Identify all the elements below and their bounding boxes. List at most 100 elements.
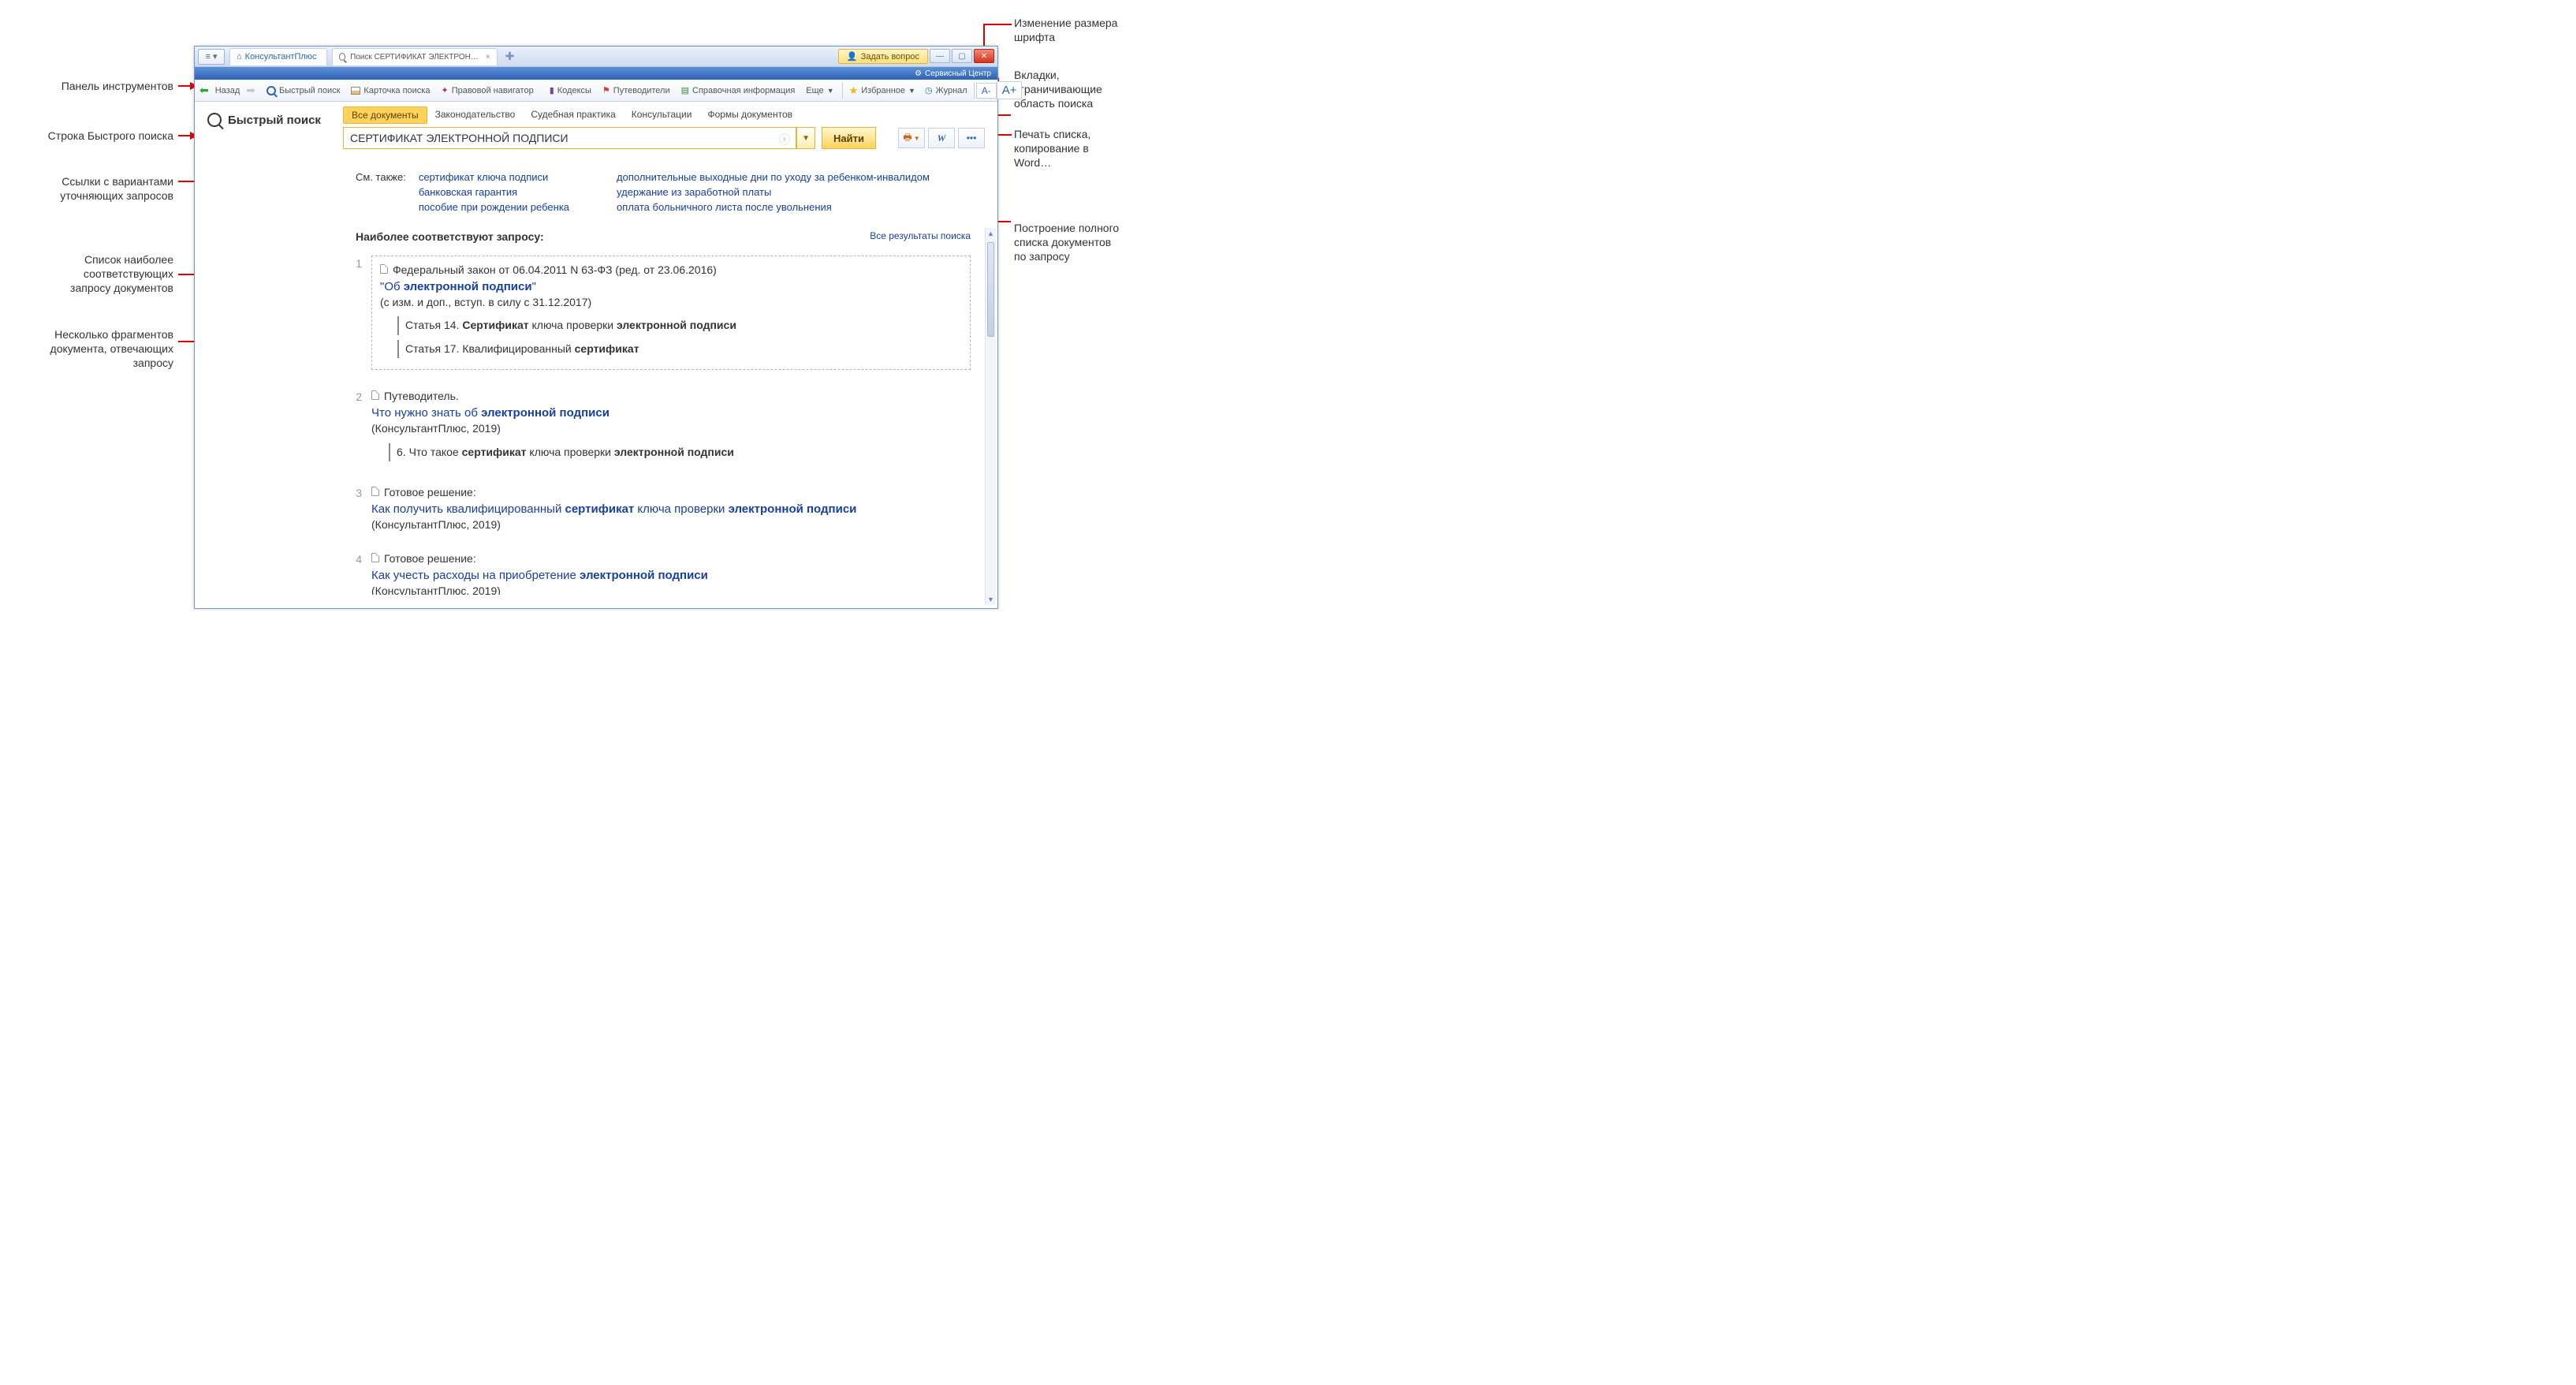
- refine-link[interactable]: оплата больничного листа после увольнени…: [617, 201, 930, 213]
- callout-refine: Ссылки с вариантами уточняющих запросов: [0, 174, 173, 203]
- result-item[interactable]: 3Готовое решение:Как получить квалифицир…: [346, 477, 971, 543]
- codexes-label: Кодексы: [557, 86, 591, 95]
- chevron-down-icon: ▼: [827, 87, 834, 95]
- callout-fragments: Несколько фрагментов документа, отвечающ…: [0, 327, 173, 371]
- search-tab-label: Поиск СЕРТИФИКАТ ЭЛЕКТРОННОЙ ПО…: [350, 53, 481, 62]
- service-center-label[interactable]: Сервисный Центр: [925, 69, 991, 78]
- result-item[interactable]: 4Готовое решение:Как учесть расходы на п…: [346, 543, 971, 595]
- result-title[interactable]: "Об электронной подписи": [380, 280, 536, 293]
- close-window-button[interactable]: ✕: [974, 49, 994, 63]
- all-results-link[interactable]: Все результаты поиска: [870, 230, 971, 243]
- search-icon: [267, 86, 276, 95]
- legal-navigator-button[interactable]: ✦ Правовой навигатор: [436, 83, 538, 98]
- document-icon: [371, 487, 379, 496]
- close-tab-icon[interactable]: ×: [486, 53, 490, 62]
- scrollbar[interactable]: ▲ ▼: [985, 228, 996, 605]
- document-icon: [371, 553, 379, 562]
- minimize-button[interactable]: —: [930, 49, 950, 63]
- result-post: (с изм. и доп., вступ. в силу с 31.12.20…: [380, 296, 591, 308]
- app-window: ≡ ▾ ⌂ КонсультантПлюс Поиск СЕРТИФИКАТ Э…: [194, 46, 998, 609]
- more-actions-button[interactable]: •••: [958, 128, 985, 148]
- result-item[interactable]: 1Федеральный закон от 06.04.2011 N 63-ФЗ…: [346, 248, 971, 381]
- callout-print: Печать списка, копирование в Word…: [1014, 127, 1164, 170]
- callout-font: Изменение размера шрифта: [1014, 16, 1164, 44]
- favorites-button[interactable]: ★ Избранное ▼: [844, 82, 920, 99]
- refine-link[interactable]: дополнительные выходные дни по уходу за …: [617, 171, 930, 183]
- favorites-label: Избранное: [861, 86, 905, 95]
- flag-icon: ⚑: [602, 85, 610, 95]
- result-title[interactable]: Как учесть расходы на приобретение элект…: [371, 569, 708, 582]
- refine-link[interactable]: сертификат ключа подписи: [419, 171, 569, 183]
- document-icon: [380, 264, 388, 274]
- scroll-thumb[interactable]: [987, 242, 994, 337]
- legal-nav-label: Правовой навигатор: [452, 86, 534, 95]
- star-icon: ★: [849, 84, 859, 97]
- word-export-button[interactable]: W: [928, 128, 955, 148]
- result-post: (КонсультантПлюс, 2019): [371, 422, 501, 435]
- refine-link[interactable]: банковская гарантия: [419, 186, 569, 198]
- maximize-button[interactable]: ▢: [952, 49, 972, 63]
- find-button[interactable]: Найти: [822, 127, 876, 149]
- forward-arrow-icon[interactable]: ➡: [246, 84, 255, 97]
- callout-scope: Вкладки, ограничивающие область поиска: [1014, 68, 1164, 111]
- callout-full-list: Построение полного списка документов по …: [1014, 221, 1164, 264]
- search-input[interactable]: [343, 127, 796, 149]
- chevron-down-icon: ▼: [914, 135, 920, 142]
- document-icon: [371, 390, 379, 400]
- refine-link[interactable]: удержание из заработной платы: [617, 186, 930, 198]
- result-title[interactable]: Как получить квалифицированный сертифика…: [371, 502, 856, 516]
- scroll-down-icon[interactable]: ▼: [986, 594, 996, 605]
- font-increase-button[interactable]: A+: [997, 81, 1023, 99]
- quick-search-heading-text: Быстрый поиск: [228, 114, 321, 127]
- codexes-button[interactable]: ▮ Кодексы: [545, 83, 596, 98]
- result-fragment[interactable]: Статья 17. Квалифицированный сертификат: [397, 340, 962, 359]
- compass-icon: ✦: [441, 85, 448, 95]
- clock-icon: ◷: [925, 85, 933, 95]
- see-also-label: См. также:: [356, 171, 406, 216]
- back-button[interactable]: Назад: [211, 84, 245, 98]
- refine-link[interactable]: пособие при рождении ребенка: [419, 201, 569, 213]
- scope-tab-legislation[interactable]: Законодательство: [427, 106, 524, 124]
- search-dropdown-button[interactable]: ▼: [796, 127, 815, 149]
- new-tab-button[interactable]: ✚: [502, 50, 518, 64]
- guides-label: Путеводители: [613, 86, 670, 95]
- search-icon: [339, 53, 346, 61]
- best-match-header: Наиболее соответствуют запросу:: [356, 230, 544, 243]
- print-button[interactable]: 🖶▼: [898, 128, 925, 148]
- scope-tab-consult[interactable]: Консультации: [624, 106, 700, 124]
- font-decrease-button[interactable]: A-: [976, 83, 997, 99]
- content-area: Быстрый поиск Все документы Законодатель…: [195, 102, 997, 608]
- ref-info-button[interactable]: ▤ Справочная информация: [677, 83, 800, 98]
- book-icon: ▮: [550, 85, 554, 95]
- print-icon: 🖶: [903, 130, 911, 147]
- ask-question-button[interactable]: 👤 Задать вопрос: [838, 49, 928, 64]
- clear-input-icon[interactable]: ⓧ: [779, 132, 790, 147]
- titlebar: ≡ ▾ ⌂ КонсультантПлюс Поиск СЕРТИФИКАТ Э…: [195, 47, 997, 67]
- result-pre: Готовое решение:: [384, 486, 476, 498]
- result-title[interactable]: Что нужно знать об электронной подписи: [371, 406, 610, 420]
- quick-search-button[interactable]: Быстрый поиск: [262, 84, 345, 98]
- scope-tab-court[interactable]: Судебная практика: [523, 106, 623, 124]
- back-arrow-icon[interactable]: ⬅: [199, 84, 209, 97]
- home-tab[interactable]: ⌂ КонсультантПлюс: [229, 48, 327, 65]
- quick-search-label: Быстрый поиск: [279, 86, 340, 95]
- main-menu-button[interactable]: ≡ ▾: [198, 49, 225, 65]
- result-fragment[interactable]: Статья 14. Сертификат ключа проверки эле…: [397, 316, 962, 335]
- scope-tab-all[interactable]: Все документы: [343, 106, 427, 124]
- search-card-button[interactable]: Карточка поиска: [346, 84, 434, 98]
- results-list: 1Федеральный закон от 06.04.2011 N 63-ФЗ…: [346, 248, 985, 595]
- scroll-up-icon[interactable]: ▲: [986, 228, 996, 239]
- scope-tab-forms[interactable]: Формы документов: [699, 106, 800, 124]
- result-fragment[interactable]: 6. Что такое сертификат ключа проверки э…: [389, 443, 971, 462]
- gear-icon: ⚙: [915, 69, 922, 78]
- info-icon: ▤: [681, 85, 689, 95]
- more-button[interactable]: Еще ▼: [801, 84, 838, 98]
- result-item[interactable]: 2Путеводитель.Что нужно знать об электро…: [346, 381, 971, 477]
- result-post: (КонсультантПлюс, 2019): [371, 518, 501, 531]
- journal-button[interactable]: ◷ Журнал: [920, 83, 972, 98]
- guides-button[interactable]: ⚑ Путеводители: [598, 83, 675, 98]
- result-number: 1: [346, 256, 362, 370]
- search-tab[interactable]: Поиск СЕРТИФИКАТ ЭЛЕКТРОННОЙ ПО… ×: [332, 48, 498, 65]
- callout-toolbar: Панель инструментов: [0, 79, 173, 93]
- person-icon: 👤: [847, 51, 858, 62]
